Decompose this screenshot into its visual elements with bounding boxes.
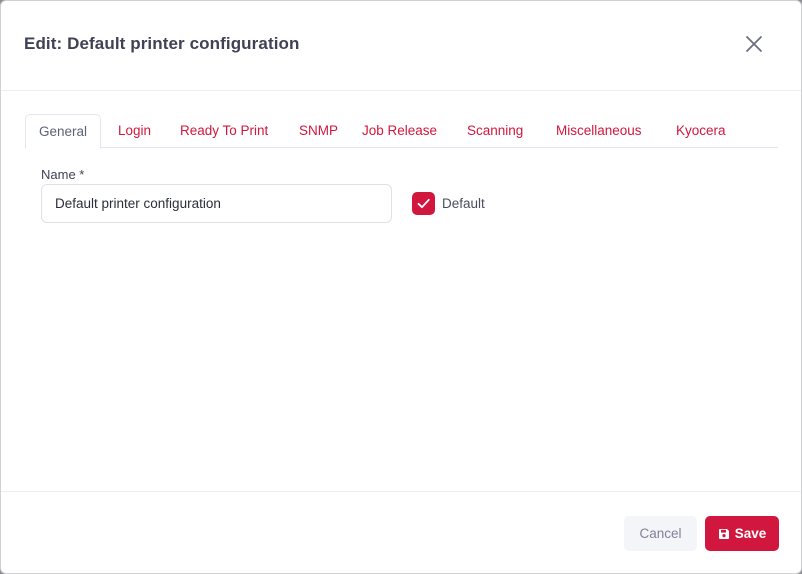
tab-ready-to-print[interactable]: Ready To Print [180, 114, 268, 148]
tab-kyocera[interactable]: Kyocera [676, 114, 726, 148]
tab-scanning[interactable]: Scanning [467, 114, 523, 148]
edit-dialog: Edit: Default printer configuration Gene… [0, 0, 802, 574]
cancel-button[interactable]: Cancel [624, 516, 697, 551]
dialog-title: Edit: Default printer configuration [24, 34, 300, 53]
close-icon [746, 36, 762, 52]
dialog-header: Edit: Default printer configuration [1, 1, 801, 91]
tab-general[interactable]: General [25, 114, 102, 149]
name-field-label: Name * [41, 167, 85, 182]
floppy-disk-icon [718, 528, 729, 539]
checkmark-icon [417, 198, 430, 209]
name-input[interactable] [41, 184, 392, 223]
tab-snmp[interactable]: SNMP [299, 114, 338, 148]
dialog-footer: Cancel Save [1, 491, 801, 573]
default-checkbox[interactable] [412, 192, 435, 215]
save-button-label: Save [734, 526, 767, 541]
tab-job-release[interactable]: Job Release [362, 114, 437, 148]
tab-bar: General Login Ready To Print SNMP Job Re… [25, 114, 778, 149]
tab-miscellaneous[interactable]: Miscellaneous [556, 114, 642, 148]
default-checkbox-label: Default [442, 196, 485, 211]
tab-login[interactable]: Login [118, 114, 151, 148]
save-button[interactable]: Save [705, 516, 779, 551]
close-button[interactable] [741, 31, 767, 57]
